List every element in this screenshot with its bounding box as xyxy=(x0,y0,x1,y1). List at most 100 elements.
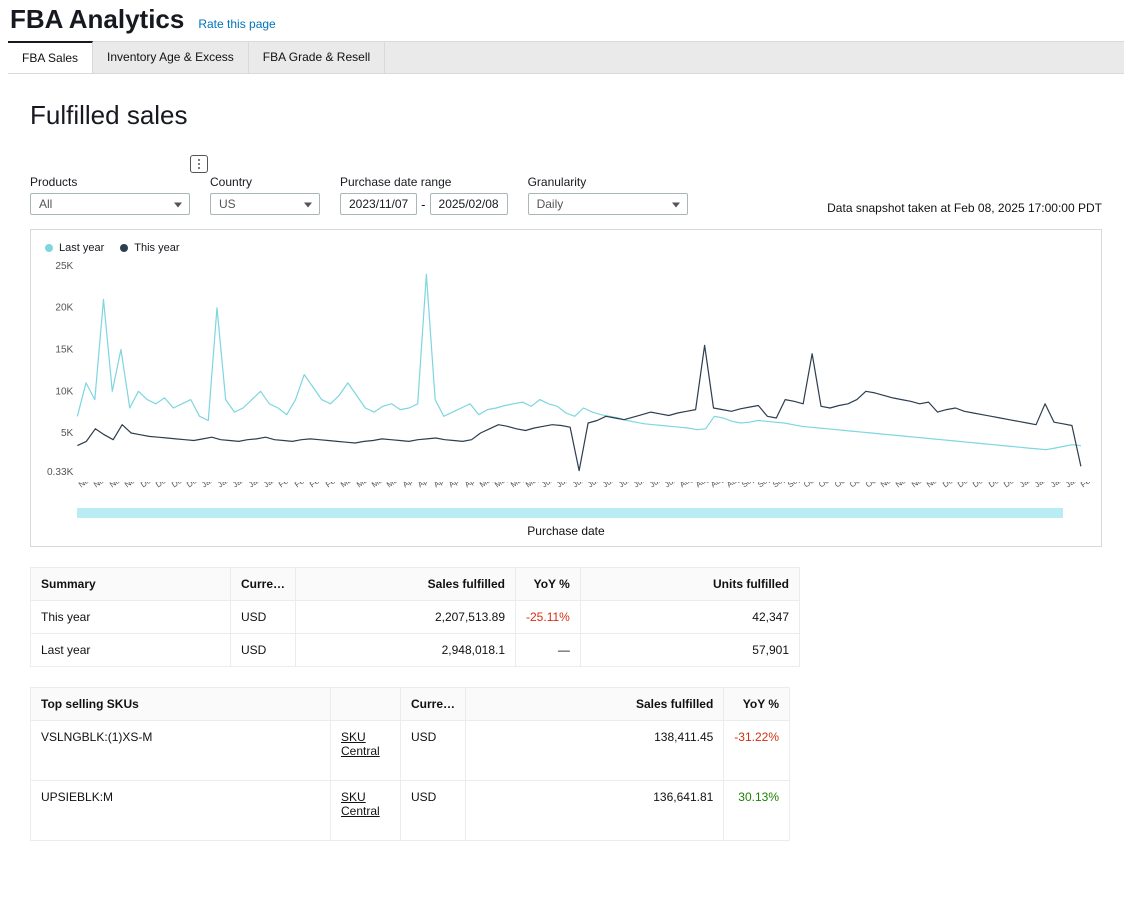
xaxis-tick: Jun 18 xyxy=(571,482,584,500)
xaxis-tick: Jan 30 xyxy=(262,482,275,500)
granularity-label: Granularity xyxy=(528,175,688,189)
svg-text:15K: 15K xyxy=(55,345,73,356)
summary-sales: 2,948,018.1 xyxy=(296,634,516,667)
summary-th-units: Units fulfilled xyxy=(580,568,799,601)
xaxis-tick: Jan 16 xyxy=(231,482,244,500)
section-title: Fulfilled sales xyxy=(30,100,1102,131)
rate-page-link[interactable]: Rate this page xyxy=(198,17,275,31)
xaxis-tick: Aug 27 xyxy=(725,482,738,500)
xaxis-tick: May 28 xyxy=(524,482,537,500)
chart-scrubber[interactable] xyxy=(77,508,1063,518)
xaxis-tick: Dec 26 xyxy=(185,482,198,500)
xaxis-tick: Mar 12 xyxy=(355,482,368,500)
tab-bar: FBA Sales Inventory Age & Excess FBA Gra… xyxy=(8,41,1124,74)
xaxis-tick: Mar 26 xyxy=(385,482,398,500)
skus-th-sales: Sales fulfilled xyxy=(466,688,724,721)
date-range-label: Purchase date range xyxy=(340,175,508,189)
more-actions-button[interactable] xyxy=(190,155,208,173)
xaxis-tick: Apr 30 xyxy=(463,482,476,500)
summary-units: 57,901 xyxy=(580,634,799,667)
xaxis-tick: Jan 2 xyxy=(200,482,213,500)
summary-currency: USD xyxy=(231,634,296,667)
xaxis-tick: Feb 27 xyxy=(324,482,337,500)
country-label: Country xyxy=(210,175,320,189)
xaxis-tick: May 7 xyxy=(478,482,491,500)
xaxis-tick: Jun 11 xyxy=(555,482,568,500)
xaxis-tick: Feb 6 xyxy=(277,482,290,500)
sku-central-link[interactable]: SKU Central xyxy=(341,790,380,818)
skus-th-currency: Curre… xyxy=(401,688,466,721)
xaxis-tick: Dec 17 xyxy=(971,482,984,500)
xaxis-tick: Oct 29 xyxy=(864,482,877,500)
xaxis-tick: Jul 2 xyxy=(601,482,614,500)
summary-th-sales: Sales fulfilled xyxy=(296,568,516,601)
svg-text:25K: 25K xyxy=(55,262,73,272)
xaxis-tick: Sep 17 xyxy=(771,482,784,500)
sales-chart[interactable]: 0.33K5K10K15K20K25K xyxy=(41,262,1091,482)
sku-sales: 138,411.45 xyxy=(466,721,724,781)
granularity-select[interactable]: Daily xyxy=(528,193,688,215)
xaxis-tick: Dec 31 xyxy=(1002,482,1015,500)
xaxis-tick: Aug 20 xyxy=(709,482,722,500)
svg-text:0.33K: 0.33K xyxy=(47,467,74,478)
xaxis-tick: Sep 24 xyxy=(786,482,799,500)
chart-xaxis-label: Purchase date xyxy=(41,524,1091,538)
chart-legend: Last year This year xyxy=(41,240,1091,262)
table-row: This yearUSD2,207,513.89-25.11%42,347 xyxy=(31,601,800,634)
tab-fba-sales[interactable]: FBA Sales xyxy=(8,41,93,73)
xaxis-tick: Jun 4 xyxy=(540,482,553,500)
xaxis-tick: Nov 26 xyxy=(925,482,938,500)
xaxis-tick: Nov 5 xyxy=(879,482,892,500)
xaxis-tick: Nov 7 xyxy=(77,482,90,500)
xaxis-tick: Feb 20 xyxy=(308,482,321,500)
tab-grade-resell[interactable]: FBA Grade & Resell xyxy=(249,42,385,73)
products-select[interactable]: All xyxy=(30,193,190,215)
skus-th-blank xyxy=(331,688,401,721)
date-start-input[interactable]: 2023/11/07 xyxy=(340,193,417,215)
tab-inventory-age[interactable]: Inventory Age & Excess xyxy=(93,42,249,73)
country-select[interactable]: US xyxy=(210,193,320,215)
xaxis-tick: Nov 28 xyxy=(123,482,136,500)
xaxis-tick: Feb 13 xyxy=(293,482,306,500)
kebab-icon xyxy=(198,159,200,169)
xaxis-tick: Dec 19 xyxy=(170,482,183,500)
summary-sales: 2,207,513.89 xyxy=(296,601,516,634)
granularity-value: Daily xyxy=(537,197,564,211)
xaxis-tick: Apr 16 xyxy=(432,482,445,500)
xaxis-tick: Dec 5 xyxy=(139,482,152,500)
sku-yoy: -31.22% xyxy=(724,721,790,781)
xaxis-tick: Mar 5 xyxy=(339,482,352,500)
date-range-separator: - xyxy=(421,197,425,212)
xaxis-tick: Jul 9 xyxy=(617,482,630,500)
xaxis-tick: Feb 8 xyxy=(1079,482,1091,500)
summary-currency: USD xyxy=(231,601,296,634)
sku-name: UPSIEBLK:M xyxy=(31,781,331,841)
xaxis-tick: Nov 14 xyxy=(92,482,105,500)
xaxis-tick: Oct 1 xyxy=(802,482,815,500)
skus-th-yoy: YoY % xyxy=(724,688,790,721)
legend-this-year: This year xyxy=(134,242,179,254)
summary-table: Summary Curre… Sales fulfilled YoY % Uni… xyxy=(30,567,800,667)
skus-th-sku: Top selling SKUs xyxy=(31,688,331,721)
xaxis-tick: Jul 16 xyxy=(632,482,645,500)
table-row: VSLNGBLK:(1)XS-MSKU CentralUSD138,411.45… xyxy=(31,721,790,781)
xaxis-tick: Oct 22 xyxy=(848,482,861,500)
xaxis-tick: Nov 19 xyxy=(910,482,923,500)
date-end-input[interactable]: 2025/02/08 xyxy=(430,193,508,215)
legend-last-year: Last year xyxy=(59,242,104,254)
sku-central-link[interactable]: SKU Central xyxy=(341,730,380,758)
xaxis-tick: Dec 3 xyxy=(941,482,954,500)
xaxis-tick: Mar 19 xyxy=(370,482,383,500)
svg-text:10K: 10K xyxy=(55,386,73,397)
xaxis-tick: Nov 21 xyxy=(108,482,121,500)
xaxis-tick: Dec 12 xyxy=(154,482,167,500)
xaxis-tick: Jan 23 xyxy=(247,482,260,500)
sku-yoy: 30.13% xyxy=(724,781,790,841)
summary-th-yoy: YoY % xyxy=(516,568,581,601)
date-start-value: 2023/11/07 xyxy=(349,197,408,211)
svg-text:20K: 20K xyxy=(55,303,73,314)
xaxis-tick: Jan 9 xyxy=(216,482,229,500)
xaxis-tick: Apr 9 xyxy=(416,482,429,500)
xaxis-tick: Sep 10 xyxy=(756,482,769,500)
xaxis-tick: Apr 23 xyxy=(447,482,460,500)
